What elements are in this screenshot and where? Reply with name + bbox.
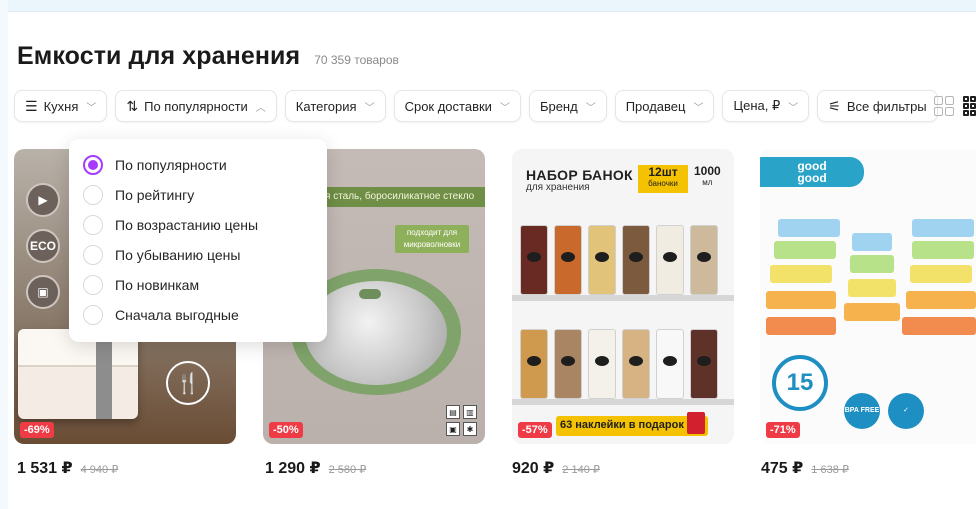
old-price: 4 940 ₽ [80, 464, 119, 476]
radio-icon[interactable] [83, 185, 103, 205]
filter-category[interactable]: Категория ﹀ [284, 90, 386, 122]
product-card[interactable]: НАБОР БАНОК для хранения 12шт баночки 100… [512, 149, 734, 444]
filter-bar: ☰ Кухня ﹀ ⇅ По популярности ︿ Категория … [14, 90, 938, 122]
window-left-border [0, 0, 8, 509]
sort-option[interactable]: По рейтингу [83, 180, 327, 210]
volume-label: 1000 мл [694, 164, 721, 187]
product-image: НАБОР БАНОК для хранения 12шт баночки 100… [512, 149, 734, 444]
filter-label: По популярности [144, 98, 248, 114]
page-header: Емкости для хранения 70 359 товаров [17, 42, 399, 71]
microwave-icon: ▣ [446, 422, 460, 436]
chevron-down-icon: ﹀ [788, 102, 799, 114]
pieces-label: 12шт баночки [638, 165, 688, 193]
radio-icon[interactable] [83, 215, 103, 235]
grid-large-icon[interactable] [934, 96, 954, 116]
sort-option-label: По новинкам [115, 277, 200, 293]
filter-delivery-time[interactable]: Срок доставки ﹀ [393, 90, 521, 122]
eco-badge: ECO [26, 229, 60, 263]
discount-badge: -69% [20, 422, 54, 438]
chevron-down-icon: ﹀ [499, 102, 510, 114]
old-price: 2 580 ₽ [328, 464, 367, 476]
chevron-down-icon: ﹀ [86, 102, 97, 114]
sliders-icon: ⚟ [828, 97, 841, 114]
old-price: 1 638 ₽ [811, 464, 849, 476]
product-count: 70 359 товаров [314, 53, 399, 67]
price-row: 920 ₽ 2 140 ₽ [512, 458, 600, 478]
price: 475 ₽ [761, 460, 804, 477]
sort-option[interactable]: По популярности [83, 150, 327, 180]
bpa-free-badge: BPA FREE [844, 393, 880, 429]
gift-label: 63 наклейки в подарок [556, 412, 708, 436]
discount-badge: -71% [766, 422, 800, 438]
sort-option-label: По рейтингу [115, 187, 195, 203]
chevron-down-icon: ﹀ [585, 102, 596, 114]
page-title: Емкости для хранения [17, 42, 301, 70]
menu-icon: ☰ [25, 97, 38, 114]
discount-badge: -57% [518, 422, 552, 438]
sort-option[interactable]: По возрастанию цены [83, 210, 327, 240]
filter-sort[interactable]: ⇅ По популярности ︿ [115, 90, 277, 122]
chevron-down-icon: ﹀ [693, 102, 704, 114]
filter-label: Срок доставки [404, 98, 492, 114]
microwave-icon: ▣ [26, 275, 60, 309]
quality-badge: ✓ [888, 393, 924, 429]
radio-selected-icon[interactable] [83, 155, 103, 175]
lunch-box [18, 329, 138, 419]
discount-badge: -50% [269, 422, 303, 438]
filter-label: Бренд [539, 98, 578, 114]
product-card[interactable]: good good 15 BPA FREE ✓ -71% [760, 149, 976, 444]
sort-option-label: По возрастанию цены [115, 217, 259, 233]
sort-option-label: По популярности [115, 157, 227, 173]
play-icon: ▶ [26, 183, 60, 217]
filter-label: Категория [295, 98, 357, 114]
chevron-down-icon: ﹀ [364, 102, 375, 114]
grid-small-icon[interactable] [963, 96, 976, 116]
freezer-icon: ✱ [463, 422, 477, 436]
sort-option[interactable]: Сначала выгодные [83, 300, 327, 330]
price: 1 290 ₽ [265, 460, 321, 477]
cutlery-icon: 🍴 [166, 361, 210, 405]
view-switcher [934, 96, 976, 116]
all-filters-button[interactable]: ⚟ Все фильтры [817, 90, 938, 122]
sort-option[interactable]: По убыванию цены [83, 240, 327, 270]
price-row: 1 290 ₽ 2 580 ₽ [265, 458, 366, 478]
brand-logo: good good [760, 157, 864, 187]
pieces-badge: 15 [772, 355, 828, 411]
filter-label: Продавец [625, 98, 686, 114]
radio-icon[interactable] [83, 245, 103, 265]
sort-option[interactable]: По новинкам [83, 270, 327, 300]
filter-category-kitchen[interactable]: ☰ Кухня ﹀ [14, 90, 108, 122]
price-row: 1 531 ₽ 4 940 ₽ [17, 458, 118, 478]
filter-brand[interactable]: Бренд ﹀ [528, 90, 607, 122]
oven-icon: ▤ [446, 405, 460, 419]
microwave-label: подходит для микроволновки [395, 225, 469, 253]
old-price: 2 140 ₽ [562, 464, 600, 476]
filter-label: Все фильтры [846, 98, 927, 114]
filter-label: Кухня [43, 98, 79, 114]
usage-icons: ▤ ▥ ▣ ✱ [446, 405, 477, 436]
product-image: good good 15 BPA FREE ✓ [760, 149, 976, 444]
filter-seller[interactable]: Продавец ﹀ [614, 90, 715, 122]
window-top-border [0, 0, 976, 12]
sort-icon: ⇅ [126, 97, 139, 114]
sort-option-label: Сначала выгодные [115, 307, 239, 323]
radio-icon[interactable] [83, 305, 103, 325]
price: 1 531 ₽ [17, 460, 73, 477]
sort-option-label: По убыванию цены [115, 247, 241, 263]
sort-dropdown: По популярности По рейтингу По возрастан… [69, 139, 327, 342]
dishwasher-icon: ▥ [463, 405, 477, 419]
valve [359, 289, 381, 299]
radio-icon[interactable] [83, 275, 103, 295]
price: 920 ₽ [512, 460, 555, 477]
filter-price[interactable]: Цена, ₽ ﹀ [722, 90, 810, 122]
price-row: 475 ₽ 1 638 ₽ [761, 458, 849, 478]
image-heading: НАБОР БАНОК [526, 167, 633, 183]
image-subheading: для хранения [526, 182, 590, 193]
filter-label: Цена, ₽ [733, 98, 781, 113]
chevron-up-icon: ︿ [255, 102, 266, 114]
